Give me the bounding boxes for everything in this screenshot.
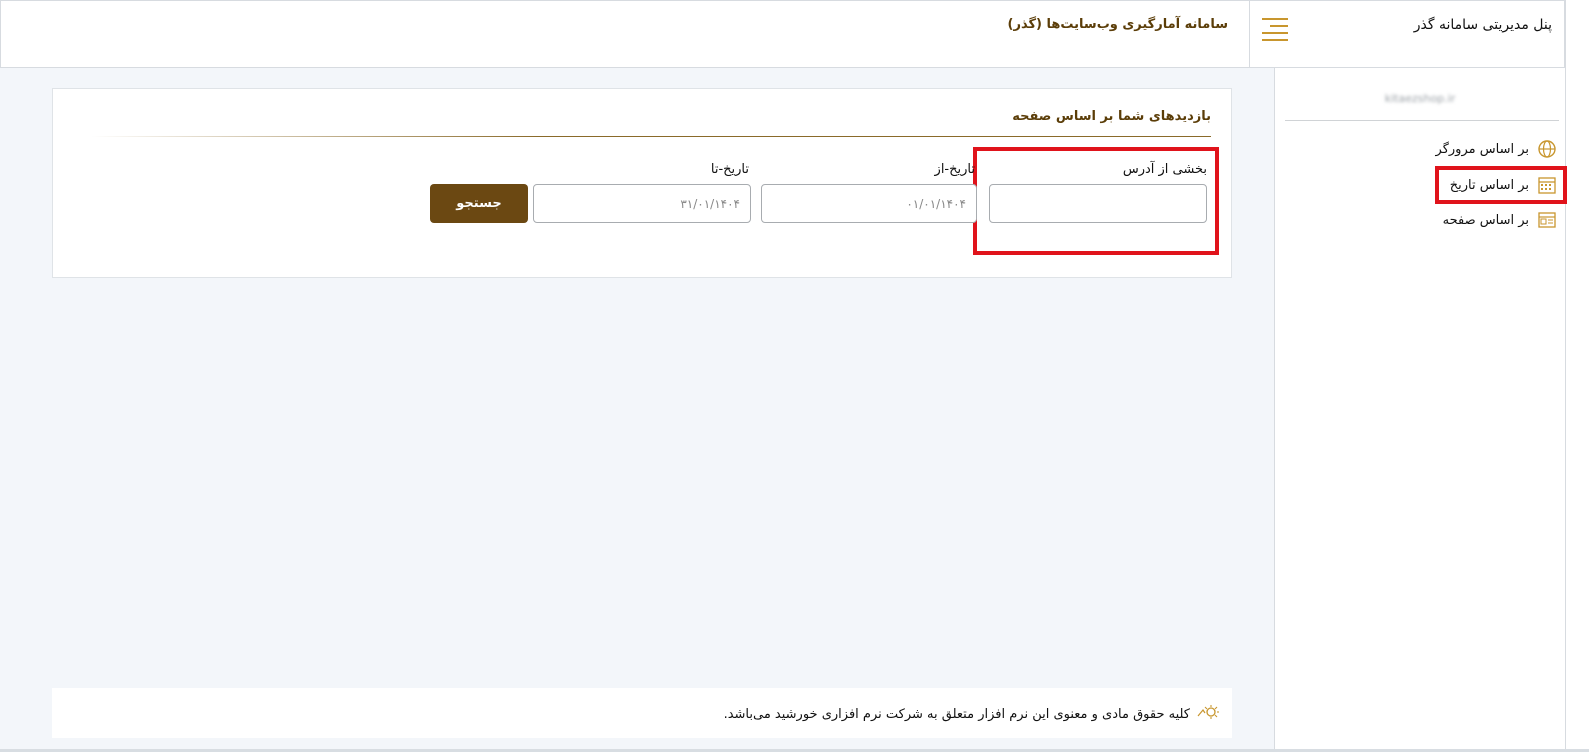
sidebar-item-browser[interactable]: بر اساس مرورگر <box>1421 136 1561 162</box>
system-title: سامانه آمارگیری وب‌سایت‌ها (گذر) <box>1007 17 1228 32</box>
sidebar-item-label: بر اساس تاریخ <box>1449 177 1529 193</box>
page-icon <box>1537 210 1557 230</box>
sidebar-item-label: بر اساس صفحه <box>1442 212 1529 228</box>
sidebar-item-label: بر اساس مرورگر <box>1435 141 1529 157</box>
address-label: بخشی از آدرس <box>1122 162 1207 177</box>
copyright-text: کلیه حقوق مادی و معنوی این نرم افزار متع… <box>723 706 1190 722</box>
calendar-icon <box>1537 175 1557 195</box>
date-to-input[interactable] <box>533 184 751 223</box>
sun-logo-icon <box>1196 704 1220 724</box>
date-to-label: تاریخ-تا <box>710 162 749 177</box>
brand-title: پنل مدیریتی سامانه گذر <box>1413 17 1552 33</box>
sidebar-divider <box>1285 120 1559 121</box>
report-card: بازدیدهای شما بر اساس صفحه بخشی از آدرس … <box>52 88 1232 278</box>
sidebar-item-page[interactable]: بر اساس صفحه <box>1421 207 1561 233</box>
date-from-input[interactable] <box>761 184 977 223</box>
footer-text: کلیه حقوق مادی و معنوی این نرم افزار متع… <box>724 704 1220 724</box>
sidebar: kitaezshop.ir بر اساس مرورگر بر اساس تار… <box>1274 68 1567 752</box>
card-divider <box>91 136 1211 137</box>
search-button[interactable]: جستجو <box>430 184 528 223</box>
date-from-label: تاریخ-از <box>934 162 975 177</box>
address-input[interactable] <box>989 184 1207 223</box>
scrollbar[interactable] <box>1565 0 1589 752</box>
card-title: بازدیدهای شما بر اساس صفحه <box>1012 109 1211 124</box>
globe-icon <box>1537 139 1557 159</box>
brand-cell: پنل مدیریتی سامانه گذر <box>1249 1 1564 68</box>
hamburger-icon[interactable] <box>1258 14 1292 42</box>
sidebar-item-date[interactable]: بر اساس تاریخ <box>1435 166 1567 204</box>
site-name: kitaezshop.ir <box>1384 92 1456 105</box>
footer: کلیه حقوق مادی و معنوی این نرم افزار متع… <box>52 688 1232 738</box>
top-header: سامانه آمارگیری وب‌سایت‌ها (گذر) پنل مدی… <box>0 0 1565 68</box>
